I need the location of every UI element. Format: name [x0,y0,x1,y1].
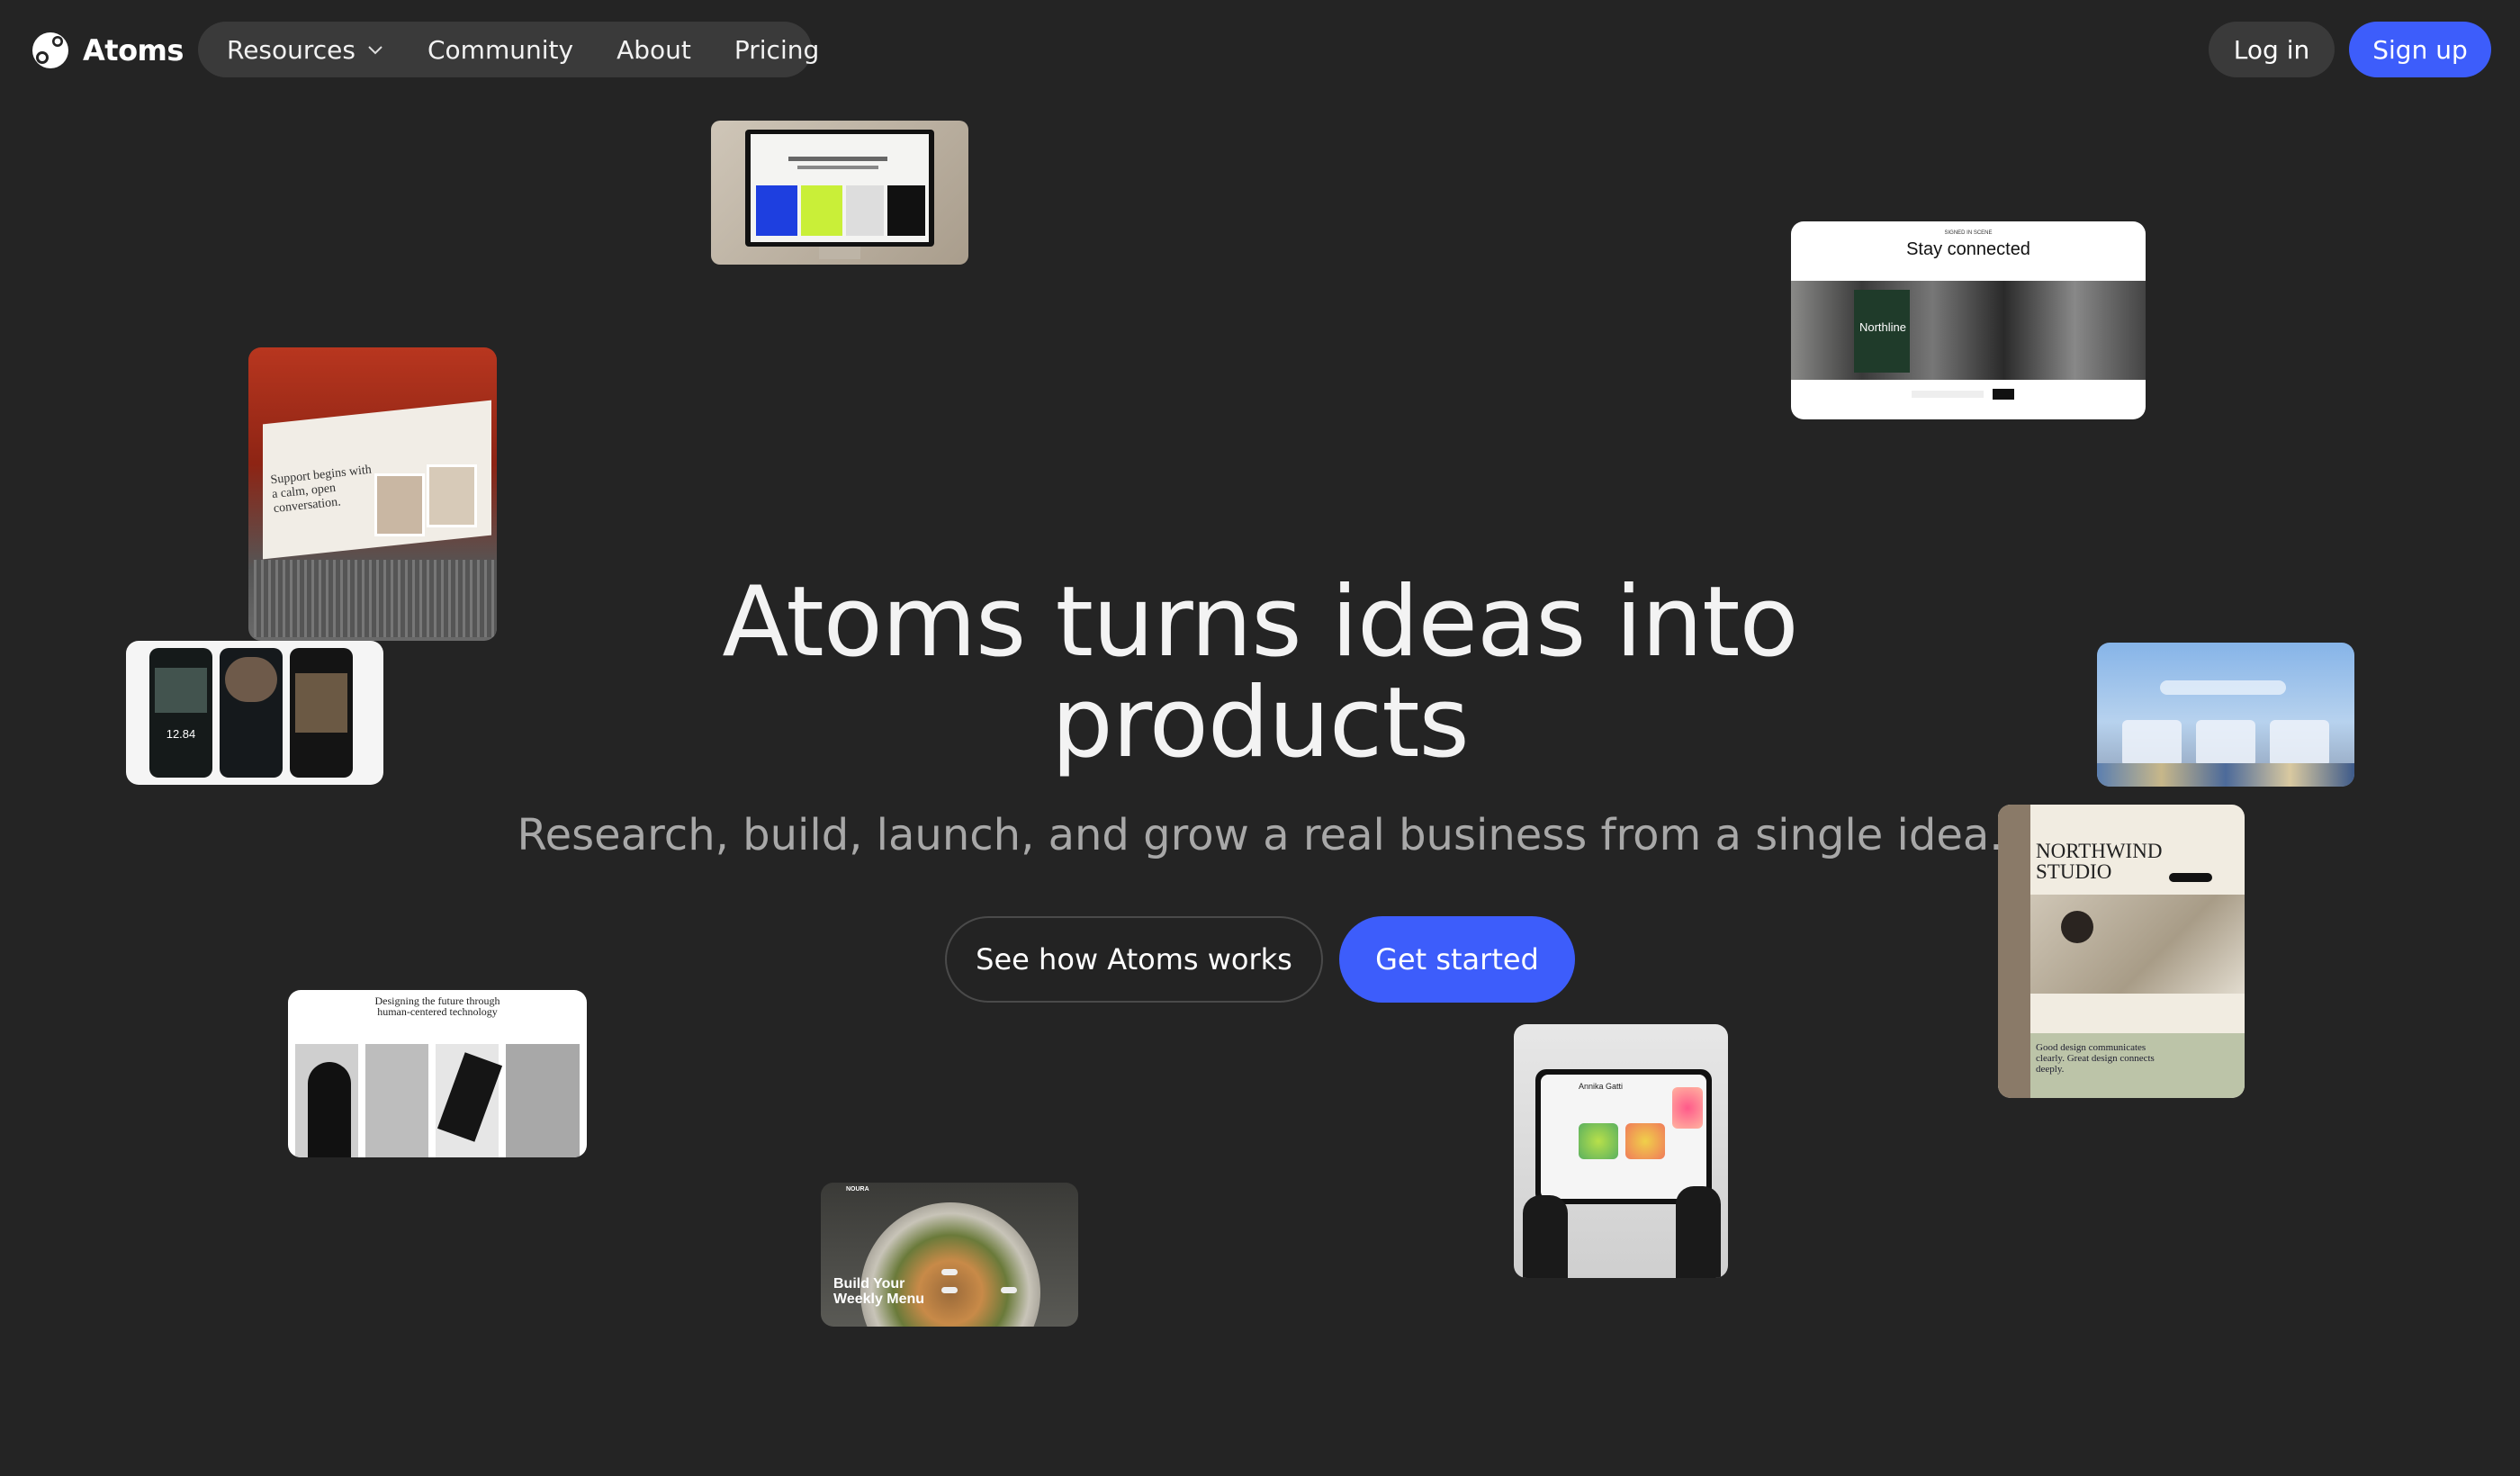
signup-button[interactable]: Sign up [2349,22,2491,77]
brand-name: Atoms [83,33,184,68]
card-title: Designing the future through human-cente… [288,995,587,1017]
card-title-line: human-centered technology [377,1005,498,1018]
showcase-card-monitor[interactable] [711,121,968,265]
card-title: Stay connected [1906,239,2030,259]
card-title-line: STUDIO [2036,860,2112,883]
card-title-line: Weekly Menu [833,1292,925,1307]
nav-item-label: Resources [227,34,356,65]
card-eyebrow: SIGNED IN SCENE [1944,230,1993,236]
chevron-down-icon [368,46,382,55]
get-started-button[interactable]: Get started [1339,916,1575,1003]
showcase-card-future-tech[interactable]: Designing the future through human-cente… [288,990,587,1157]
nav-item-about[interactable]: About [616,35,691,65]
main-nav: Resources Community About Pricing [198,22,819,77]
hero-title-line-2: products [1051,667,1470,779]
showcase-card-tablet[interactable]: Annika Gatti [1514,1024,1728,1278]
card-brand: NOURA [846,1186,869,1192]
nav-item-community[interactable]: Community [428,35,573,65]
card-tagline: Good design communicates clearly. Great … [2036,1042,2155,1075]
card-title: Build Your Weekly Menu [833,1276,924,1307]
nav-item-pricing[interactable]: Pricing [734,35,819,65]
tablet-greeting: Annika Gatti [1579,1082,1624,1091]
card-title-line: Build Your [833,1276,905,1292]
hero-subtitle: Research, build, launch, and grow a real… [517,810,2003,860]
showcase-card-weekly-menu[interactable]: NOURA Build Your Weekly Menu [821,1183,1078,1327]
nav-item-resources[interactable]: Resources [227,35,384,65]
see-how-button[interactable]: See how Atoms works [945,916,1323,1003]
showcase-card-stay-connected[interactable]: SIGNED IN SCENE Stay connected Northline [1791,221,2146,419]
hero-title: Atoms turns ideas into products [0,572,2520,774]
card-brand: Northline [1858,320,1907,334]
hero-title-line-1: Atoms turns ideas into [722,566,1798,679]
brand-logo[interactable]: Atoms [31,31,184,70]
login-button[interactable]: Log in [2209,22,2335,77]
atoms-logo-icon [32,32,68,68]
